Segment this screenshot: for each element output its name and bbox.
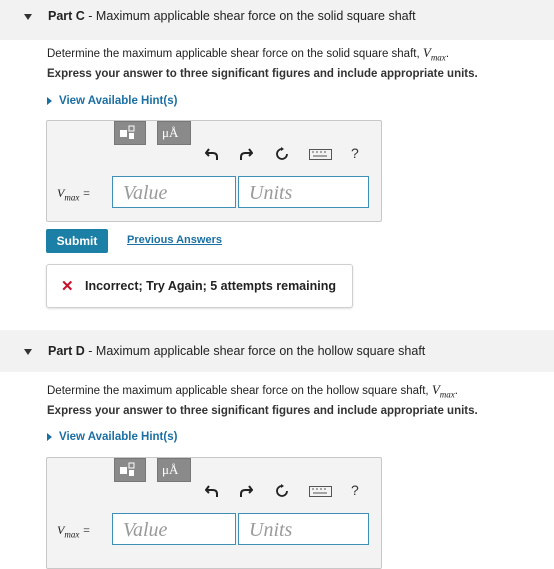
submit-button[interactable]: Submit xyxy=(46,229,108,253)
help-icon[interactable]: ? xyxy=(351,146,359,160)
caret-right-icon xyxy=(47,96,52,105)
keyboard-icon[interactable] xyxy=(309,486,333,498)
collapse-triangle-icon[interactable] xyxy=(24,349,32,355)
units-input[interactable]: Units xyxy=(238,513,369,545)
redo-icon[interactable] xyxy=(239,484,253,498)
symbols-button[interactable]: μÅ xyxy=(157,458,191,482)
feedback-text: Incorrect; Try Again; 5 attempts remaini… xyxy=(85,279,336,293)
reset-icon[interactable] xyxy=(275,147,289,161)
templates-icon xyxy=(120,125,135,139)
var-label: Vmax = xyxy=(57,523,91,540)
part-c-question: Determine the maximum applicable shear f… xyxy=(47,45,450,63)
feedback-box: ✕ Incorrect; Try Again; 5 attempts remai… xyxy=(46,264,353,308)
keyboard-icon[interactable] xyxy=(309,149,333,161)
templates-icon xyxy=(120,462,135,476)
part-d-instruction: Express your answer to three significant… xyxy=(47,405,478,417)
part-c-answer-box: μÅ ? Vmax = Value Units xyxy=(46,120,382,222)
undo-icon[interactable] xyxy=(205,484,219,498)
previous-answers-link[interactable]: Previous Answers xyxy=(127,234,222,246)
part-c-hint-link[interactable]: View Available Hint(s) xyxy=(47,95,177,107)
help-icon[interactable]: ? xyxy=(351,483,359,497)
undo-icon[interactable] xyxy=(205,147,219,161)
templates-button[interactable] xyxy=(114,458,146,482)
var-label: Vmax = xyxy=(57,186,91,203)
part-d-header[interactable]: Part D - Maximum applicable shear force … xyxy=(0,330,554,372)
part-d-question: Determine the maximum applicable shear f… xyxy=(47,382,458,400)
redo-icon[interactable] xyxy=(239,147,253,161)
mu-angstrom-icon: μÅ xyxy=(162,125,179,140)
templates-button[interactable] xyxy=(114,121,146,145)
part-c-instruction: Express your answer to three significant… xyxy=(47,68,478,80)
units-input[interactable]: Units xyxy=(238,176,369,208)
part-d-hint-link[interactable]: View Available Hint(s) xyxy=(47,431,177,443)
part-d-answer-box: μÅ ? Vmax = Value Units xyxy=(46,457,382,569)
part-c-header[interactable]: Part C - Maximum applicable shear force … xyxy=(0,0,554,40)
collapse-triangle-icon[interactable] xyxy=(24,14,32,20)
caret-right-icon xyxy=(47,432,52,441)
symbols-button[interactable]: μÅ xyxy=(157,121,191,145)
error-x-icon: ✕ xyxy=(61,278,74,295)
part-d-title: Part D - Maximum applicable shear force … xyxy=(48,344,426,358)
mu-angstrom-icon: μÅ xyxy=(162,462,179,477)
reset-icon[interactable] xyxy=(275,484,289,498)
value-input[interactable]: Value xyxy=(112,513,236,545)
part-c-title: Part C - Maximum applicable shear force … xyxy=(48,9,416,23)
value-input[interactable]: Value xyxy=(112,176,236,208)
